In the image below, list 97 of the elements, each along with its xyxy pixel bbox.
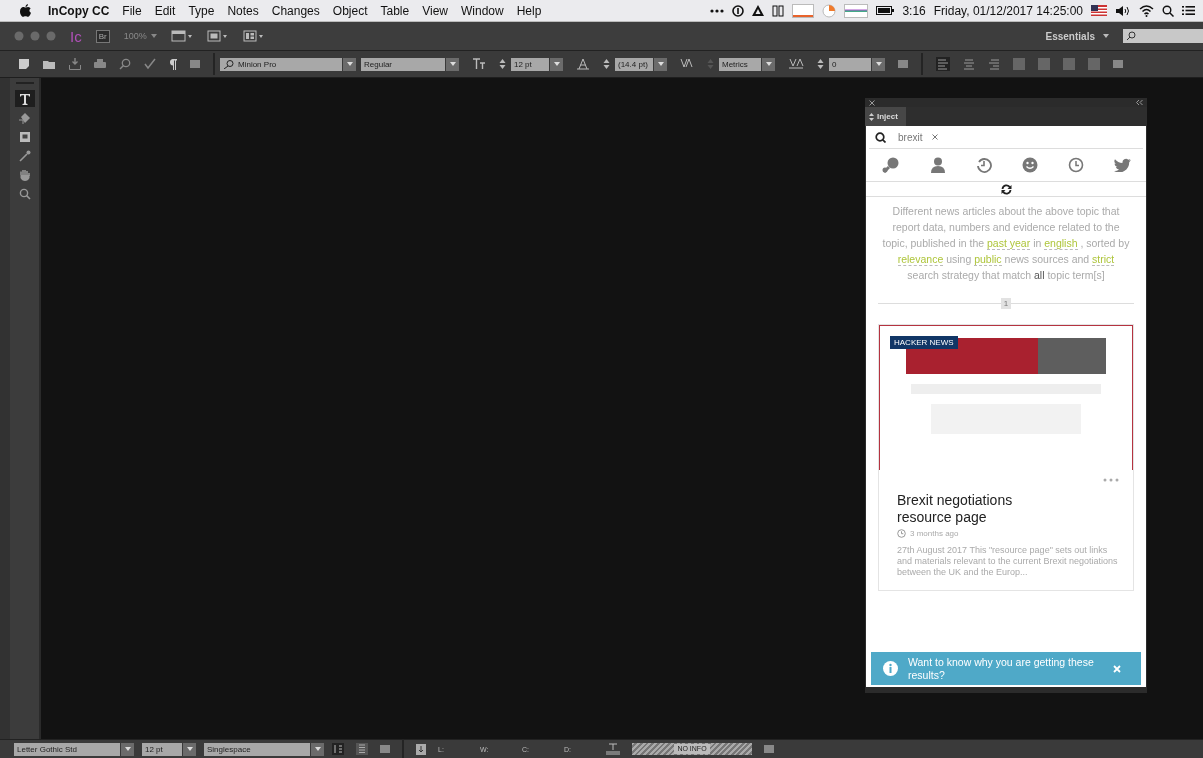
smiley-icon[interactable] <box>1022 157 1038 173</box>
caret-icon <box>657 62 664 66</box>
refresh-icon[interactable] <box>1000 183 1012 195</box>
menu-item[interactable]: Type <box>188 3 215 18</box>
columns-icon[interactable] <box>356 743 368 755</box>
folder-icon[interactable] <box>43 58 56 70</box>
menu-item[interactable]: Edit <box>154 3 176 18</box>
pilcrow-icon[interactable] <box>169 58 177 70</box>
app-menu[interactable]: InCopy CC <box>48 3 110 18</box>
close-icon[interactable] <box>869 99 875 106</box>
magnifier-icon[interactable] <box>882 157 900 173</box>
bridge-button[interactable]: Br <box>95 29 110 43</box>
history-icon[interactable] <box>976 157 992 173</box>
stepper-icon[interactable] <box>499 58 506 70</box>
password-manager-icon[interactable] <box>732 4 745 17</box>
topic-search-field[interactable]: brexit <box>869 126 1143 149</box>
more-icon[interactable] <box>710 8 725 13</box>
triangle-logo-icon[interactable] <box>752 5 765 16</box>
article-title[interactable]: Brexit negotiations resource page <box>897 492 1119 526</box>
menu-item[interactable]: Window <box>460 3 504 18</box>
caret-icon <box>346 62 353 66</box>
workspace-switcher[interactable]: Essentials <box>1045 30 1095 42</box>
page-number[interactable]: 1 <box>1000 298 1012 309</box>
article-snippet: 27th August 2017 This "resource page" sets out links and materials relevant to the current Brexit negotiations between the UK and the Europ... <box>897 545 1119 578</box>
caret-icon[interactable] <box>150 34 157 38</box>
help-search-field[interactable] <box>1123 29 1203 43</box>
pie-chart-icon[interactable] <box>822 3 837 18</box>
menu-item[interactable]: Object <box>332 3 368 18</box>
screen-mode-icon[interactable] <box>206 30 229 42</box>
app-logo: Ic <box>70 27 82 45</box>
flag-icon[interactable] <box>1091 5 1107 16</box>
collapse-icon[interactable] <box>1136 100 1143 105</box>
cpu-graph-icon[interactable] <box>792 3 815 18</box>
type-tool-icon <box>18 92 31 105</box>
caret-icon <box>314 747 321 751</box>
panel-tab[interactable]: Inject <box>865 107 906 126</box>
find-icon[interactable] <box>119 58 131 70</box>
bird-icon[interactable] <box>1114 158 1131 172</box>
text-info-icon[interactable] <box>606 743 620 755</box>
clock-icon <box>897 529 906 538</box>
caret-icon <box>124 747 131 751</box>
list-icon[interactable] <box>1182 5 1195 16</box>
columns-icon[interactable] <box>772 4 785 17</box>
menu-item[interactable]: Help <box>516 3 542 18</box>
wifi-icon[interactable] <box>1139 4 1154 17</box>
search-icon[interactable] <box>1162 4 1174 17</box>
clock-icon[interactable] <box>1068 157 1084 173</box>
eyedropper-icon <box>18 149 31 162</box>
tracking-icon <box>788 58 804 70</box>
caret-icon <box>875 62 882 66</box>
info-icon <box>883 661 898 676</box>
arrange-documents-icon[interactable] <box>242 30 265 42</box>
menu-item[interactable]: Changes <box>271 3 320 18</box>
article-card[interactable] <box>878 324 1134 591</box>
zoom-icon <box>18 187 31 200</box>
tool-button[interactable] <box>14 90 35 107</box>
menu-item[interactable]: File <box>122 3 142 18</box>
caret-icon <box>553 62 560 66</box>
leading-icon <box>576 58 590 70</box>
person-icon[interactable] <box>930 157 946 173</box>
menu-item[interactable]: View <box>422 3 448 18</box>
print-icon[interactable] <box>94 58 106 70</box>
search-icon <box>223 59 235 69</box>
remove-icon[interactable] <box>932 134 939 140</box>
save-icon[interactable] <box>69 58 81 70</box>
search-term: brexit <box>898 131 923 143</box>
stepper-icon[interactable] <box>817 58 824 70</box>
caret-icon <box>765 62 772 66</box>
battery-icon[interactable] <box>876 6 895 15</box>
note-tool-icon <box>18 111 31 124</box>
battery-time: 3:16 <box>902 3 926 18</box>
sort-arrows-icon <box>869 112 874 121</box>
frame-tool-icon <box>18 130 31 143</box>
hand-icon <box>18 168 31 181</box>
date-time[interactable]: Friday, 01/12/2017 14:25:00 <box>933 3 1083 18</box>
line-spacing-icon[interactable] <box>332 743 344 755</box>
menu-item[interactable]: Table <box>380 3 410 18</box>
caret-icon[interactable] <box>1103 34 1109 38</box>
stepper-icon[interactable] <box>603 58 610 70</box>
search-icon <box>1126 31 1136 41</box>
download-icon[interactable] <box>416 743 426 755</box>
view-options-icon[interactable] <box>170 30 193 42</box>
font-size-icon <box>472 58 486 70</box>
menu-item[interactable]: Notes <box>227 3 259 18</box>
align-left-icon[interactable] <box>936 57 950 71</box>
source-label: HACKER NEWS <box>890 336 958 349</box>
network-graph-icon[interactable] <box>844 3 869 18</box>
caret-icon <box>449 62 456 66</box>
caret-icon <box>186 747 193 751</box>
search-icon <box>875 131 886 143</box>
kerning-icon <box>680 58 694 70</box>
volume-icon[interactable] <box>1115 4 1131 17</box>
apple-logo-icon[interactable] <box>20 4 31 17</box>
article-age: 3 months ago <box>910 529 959 538</box>
results-description: Different news articles about the above topic that report data, numbers and evidence related to the topic, published in the past year in english , sorted by relevance using public news sources and strict search strategy that match all topic term[s] <box>882 204 1130 283</box>
spell-check-icon[interactable] <box>144 58 156 70</box>
new-document-icon[interactable] <box>18 58 30 70</box>
